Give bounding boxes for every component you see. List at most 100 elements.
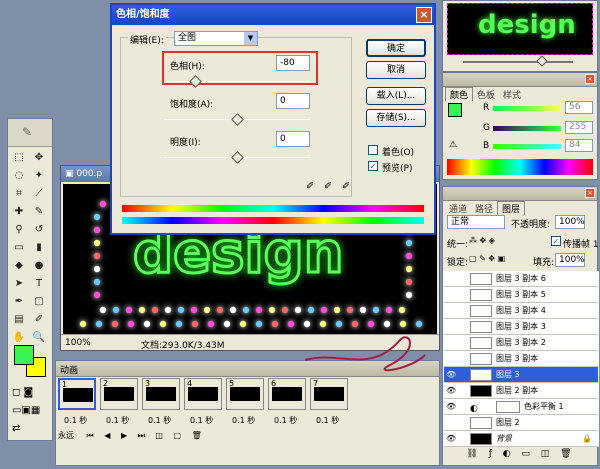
magic-wand-icon[interactable]: ✦ [30,168,48,184]
eye-icon[interactable] [446,338,456,348]
eye-icon[interactable]: 👁 [446,386,456,396]
frame-delay[interactable]: 0.1 秒 [232,415,255,426]
eye-icon[interactable] [446,306,456,316]
spectrum-bar[interactable] [447,159,593,175]
unify-icons[interactable]: ⁂ ✥ ◈ [469,236,495,245]
eye-icon[interactable] [446,418,456,428]
cancel-button[interactable]: 取消 [366,61,426,79]
r-slider[interactable] [493,106,561,111]
layer-row-selected[interactable]: 👁 图层 3 [444,367,598,383]
animation-frame[interactable]: 2 [100,378,138,410]
b-field[interactable]: 84 [565,139,593,152]
tab-styles[interactable]: 样式 [499,88,525,101]
brush-icon[interactable]: ✎ [30,204,48,220]
blend-mode-select[interactable]: 正常 [447,215,505,229]
eyedropper-icon[interactable]: ✐ [30,312,48,328]
frame-delay[interactable]: 0.1 秒 [190,415,213,426]
tool-foreground-color[interactable] [14,345,34,365]
dodge-icon[interactable]: ● [30,258,48,274]
frame-delay[interactable]: 0.1 秒 [316,415,339,426]
colorize-checkbox[interactable] [368,145,378,155]
eyedropper-plus-icon[interactable]: ✐ [324,181,332,192]
edit-select[interactable]: 全图 ▼ [174,31,258,46]
history-brush-icon[interactable]: ↺ [30,222,48,238]
frame-delay[interactable]: 0.1 秒 [148,415,171,426]
type-icon[interactable]: T [30,276,48,292]
animation-frame[interactable]: 5 [226,378,264,410]
load-button[interactable]: 载入(L)... [366,87,426,105]
notes-icon[interactable]: ▤ [10,312,28,328]
opacity-field[interactable]: 100% [555,215,585,229]
move-icon[interactable]: ✥ [30,150,48,166]
g-slider[interactable] [493,126,561,131]
tab-channels[interactable]: 通道 [445,202,471,215]
animation-frame[interactable]: 4 [184,378,222,410]
eye-icon[interactable] [446,274,456,284]
tab-layers[interactable]: 图层 [497,201,526,215]
close-icon[interactable]: × [585,74,595,84]
eyedropper-minus-icon[interactable]: ✐ [342,181,350,192]
r-field[interactable]: 56 [565,101,593,114]
layer-row[interactable]: 👁 图层 2 副本 [444,383,598,399]
layer-row[interactable]: 图层 3 副本 5 [444,287,598,303]
loop-select[interactable]: 永远 [58,431,74,440]
slice-icon[interactable]: ⟋ [30,186,48,202]
foreground-swatch[interactable] [448,103,462,117]
animation-frame[interactable]: 3 [142,378,180,410]
frame-delay[interactable]: 0.1 秒 [274,415,297,426]
layer-row[interactable]: 图层 3 副本 4 [444,303,598,319]
eye-icon[interactable] [446,322,456,332]
marquee-icon[interactable]: ⬚ [10,150,28,166]
imageready-button[interactable]: ⇄ [12,423,50,437]
lock-icons[interactable]: ▢ ✎ ✥ ▣ [469,254,505,263]
lightness-field[interactable]: 0 [276,131,310,147]
zoom-level[interactable]: 100% [65,338,91,348]
animation-frame[interactable]: 6 [268,378,306,410]
hue-slider-track[interactable] [164,81,310,82]
blur-icon[interactable]: ◆ [10,258,28,274]
playback-icons[interactable]: ⏮ ◀ ▶ ⏭ ◫ ▢ 🗑 [87,431,206,440]
tab-color[interactable]: 颜色 [445,87,474,101]
b-slider[interactable] [493,144,561,149]
lasso-icon[interactable]: ◌ [10,168,28,184]
gradient-icon[interactable]: ▮ [30,240,48,256]
animation-frame[interactable]: 7 [310,378,348,410]
preview-checkbox[interactable]: ✓ [368,161,378,171]
close-icon[interactable]: × [416,7,432,23]
hand-icon[interactable]: ✋ [10,330,28,346]
g-field[interactable]: 255 [565,121,593,134]
eye-icon[interactable]: 👁 [446,370,456,380]
tab-paths[interactable]: 路径 [471,202,497,215]
eraser-icon[interactable]: ▭ [10,240,28,256]
fill-field[interactable]: 100% [555,253,585,267]
quickmask-buttons[interactable]: ◻ ◙ [12,387,50,401]
close-icon[interactable]: × [585,188,595,198]
save-button[interactable]: 存储(S)... [366,109,426,127]
frame-delay[interactable]: 0.1 秒 [106,415,129,426]
eye-icon[interactable] [446,354,456,364]
layer-row[interactable]: 👁 ◐ 色彩平衡 1 [444,399,598,415]
screen-mode-buttons[interactable]: ▭▣▦ [12,405,50,419]
navigator-slider[interactable] [463,61,573,63]
frame-delay[interactable]: 0.1 秒 [64,415,87,426]
layer-row[interactable]: 图层 2 [444,415,598,431]
eye-icon[interactable] [446,290,456,300]
layer-row[interactable]: 图层 3 副本 [444,351,598,367]
layer-row[interactable]: 图层 3 副本 2 [444,335,598,351]
healing-icon[interactable]: ✚ [10,204,28,220]
propagate-checkbox[interactable]: ✓ [551,236,561,246]
eyedropper-icon[interactable]: ✐ [306,181,314,192]
shape-icon[interactable]: ▢ [30,294,48,310]
path-select-icon[interactable]: ➤ [10,276,28,292]
animation-frame-selected[interactable]: 1 [58,378,96,410]
saturation-field[interactable]: 0 [276,93,310,109]
tab-swatches[interactable]: 色板 [473,88,499,101]
eye-icon[interactable]: 👁 [446,434,456,444]
stamp-icon[interactable]: ⚲ [10,222,28,238]
zoom-icon[interactable]: 🔍 [30,330,48,346]
layer-row[interactable]: 图层 3 副本 6 [444,271,598,287]
layer-row[interactable]: 👁 背景 🔒 [444,431,598,447]
pen-icon[interactable]: ✒ [10,294,28,310]
hue-field[interactable]: -80 [276,55,310,71]
layer-row[interactable]: 图层 3 副本 3 [444,319,598,335]
